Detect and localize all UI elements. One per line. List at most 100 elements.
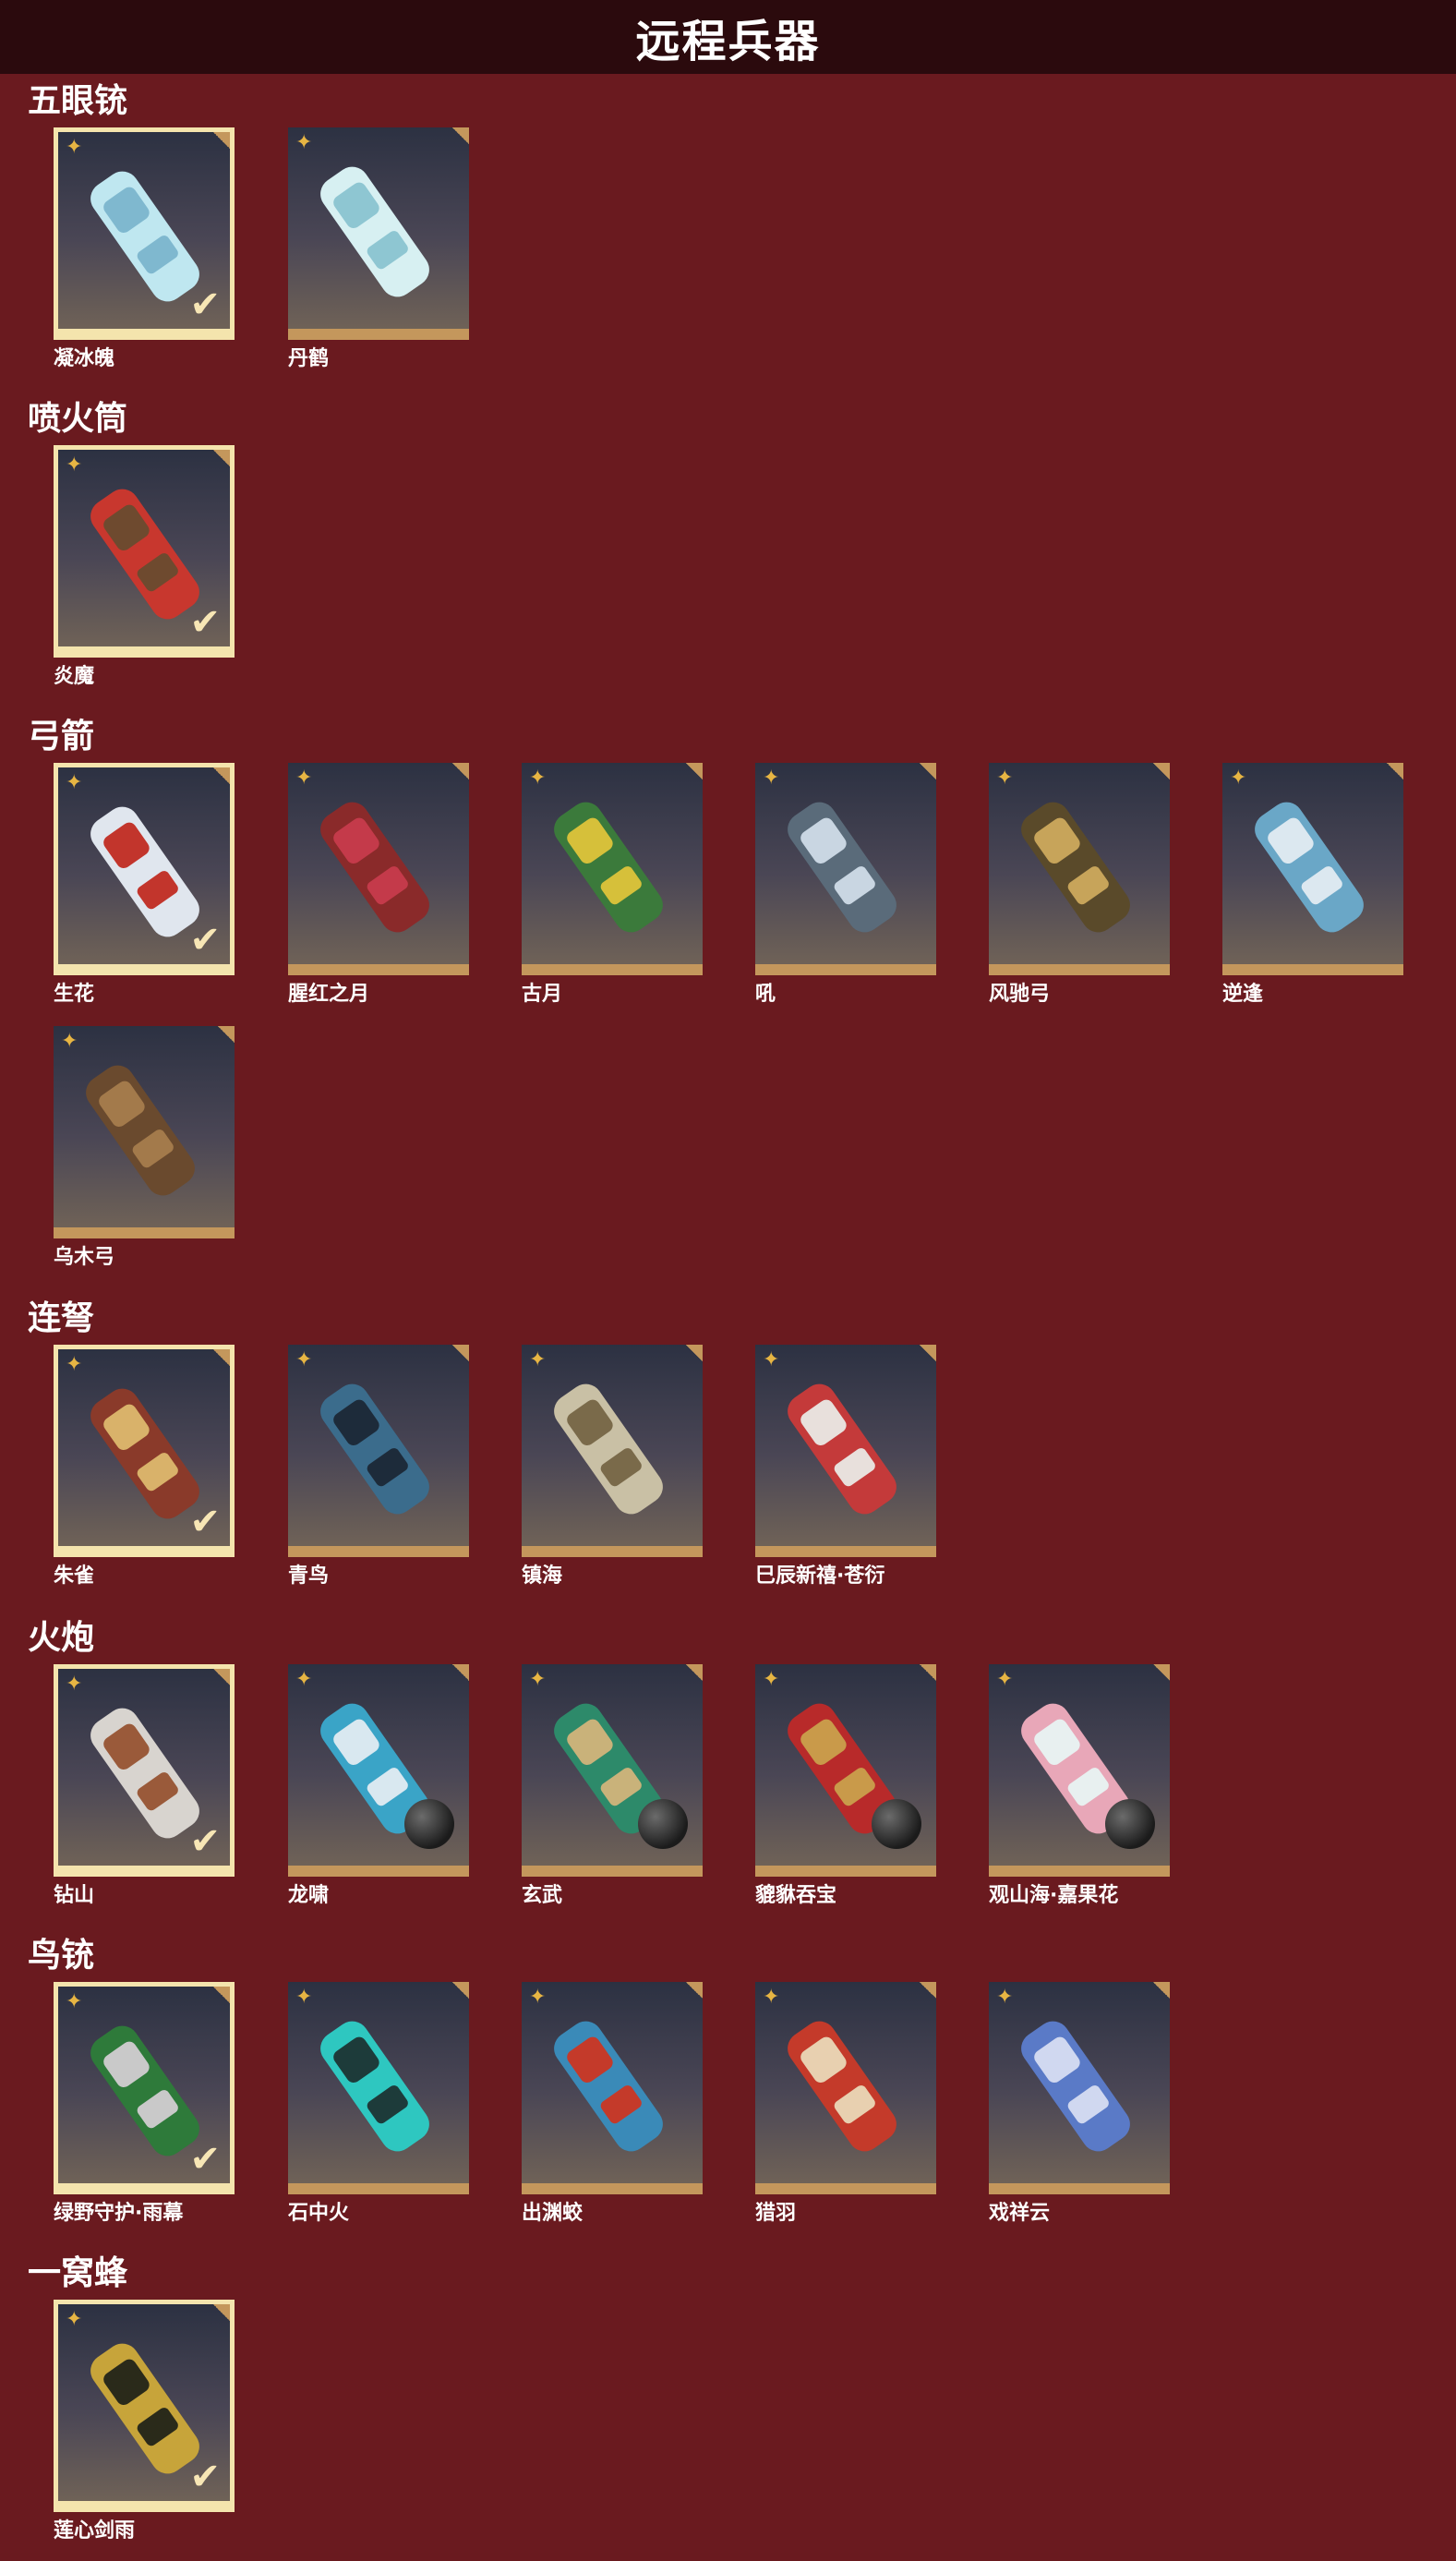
weapon-thumbnail[interactable]: ✦: [288, 127, 469, 340]
four-point-star-icon: ✦: [66, 771, 83, 794]
weapon-card[interactable]: ✦ 丹鹤: [288, 127, 469, 370]
cannonball-icon: [872, 1799, 921, 1849]
weapon-card[interactable]: ✦ 青鸟: [288, 1345, 469, 1588]
weapon-thumbnail[interactable]: ✦: [522, 763, 703, 975]
weapon-card[interactable]: ✦ ✔ 炎魔: [54, 445, 235, 688]
corner-fold-icon: [213, 2304, 230, 2321]
corner-fold-icon: [213, 132, 230, 149]
corner-fold-icon: [213, 767, 230, 784]
weapon-card[interactable]: ✦ 逆逢: [1222, 763, 1403, 1006]
weapon-thumbnail[interactable]: ✦: [755, 1664, 936, 1877]
weapon-thumbnail[interactable]: ✦: [522, 1664, 703, 1877]
corner-fold-icon: [1153, 1664, 1170, 1681]
four-point-star-icon: ✦: [763, 1668, 780, 1691]
weapon-card[interactable]: ✦ 腥红之月: [288, 763, 469, 1006]
four-point-star-icon: ✦: [996, 1986, 1014, 2009]
four-point-star-icon: ✦: [66, 2308, 83, 2331]
weapon-thumbnail[interactable]: ✦: [522, 1345, 703, 1557]
weapon-thumbnail[interactable]: ✦: [755, 763, 936, 975]
corner-fold-icon: [1153, 763, 1170, 779]
weapon-card[interactable]: ✦ ✔ 朱雀: [54, 1345, 235, 1588]
weapon-thumbnail[interactable]: ✦: [989, 1982, 1170, 2194]
weapon-image: [86, 1065, 195, 1196]
corner-fold-icon: [1387, 763, 1403, 779]
weapon-card[interactable]: ✦ 风驰弓: [989, 763, 1170, 1006]
weapon-card[interactable]: ✦ 玄武: [522, 1664, 703, 1907]
weapon-card[interactable]: ✦ 镇海: [522, 1345, 703, 1588]
weapon-card[interactable]: ✦ 乌木弓: [54, 1026, 235, 1269]
weapon-thumbnail[interactable]: ✦: [54, 1026, 235, 1238]
weapon-thumbnail[interactable]: ✦ ✔: [54, 1664, 235, 1877]
check-icon: ✔: [189, 284, 221, 326]
page-title: 远程兵器: [635, 16, 821, 67]
weapon-name: 绿野守护·雨幕: [54, 2202, 184, 2225]
weapon-name: 镇海: [522, 1564, 563, 1588]
weapon-image: [1021, 2021, 1130, 2152]
weapon-card[interactable]: ✦ 古月: [522, 763, 703, 1006]
weapon-card[interactable]: ✦ ✔ 钻山: [54, 1664, 235, 1907]
weapon-name: 腥红之月: [288, 983, 370, 1006]
weapon-thumbnail[interactable]: ✦: [288, 1664, 469, 1877]
weapon-image: [320, 2021, 429, 2152]
corner-fold-icon: [920, 1664, 936, 1681]
corner-fold-icon: [686, 1982, 703, 1999]
four-point-star-icon: ✦: [66, 1673, 83, 1696]
page-header: 远程兵器: [0, 0, 1456, 74]
weapon-name: 石中火: [288, 2202, 350, 2225]
weapon-thumbnail[interactable]: ✦: [1222, 763, 1403, 975]
weapon-card[interactable]: ✦ ✔ 绿野守护·雨幕: [54, 1982, 235, 2225]
weapon-card[interactable]: ✦ 猎羽: [755, 1982, 936, 2225]
weapon-name: 古月: [522, 983, 563, 1006]
weapon-image: [320, 802, 429, 933]
four-point-star-icon: ✦: [529, 1986, 547, 2009]
four-point-star-icon: ✦: [66, 136, 83, 159]
corner-fold-icon: [920, 1345, 936, 1361]
corner-fold-icon: [686, 1664, 703, 1681]
four-point-star-icon: ✦: [996, 767, 1014, 790]
weapon-thumbnail[interactable]: ✦: [522, 1982, 703, 2194]
weapon-card[interactable]: ✦ 戏祥云: [989, 1982, 1170, 2225]
weapon-card[interactable]: ✦ 巳辰新禧·苍衍: [755, 1345, 936, 1588]
four-point-star-icon: ✦: [529, 1668, 547, 1691]
check-icon: ✔: [189, 919, 221, 961]
weapon-name: 巳辰新禧·苍衍: [755, 1564, 885, 1588]
weapon-thumbnail[interactable]: ✦ ✔: [54, 763, 235, 975]
weapon-card[interactable]: ✦ 出渊蛟: [522, 1982, 703, 2225]
weapon-name: 生花: [54, 983, 95, 1006]
weapon-card[interactable]: ✦ 观山海·嘉果花: [989, 1664, 1170, 1907]
check-icon: ✔: [189, 2138, 221, 2180]
four-point-star-icon: ✦: [295, 1348, 313, 1371]
weapon-name: 猎羽: [755, 2202, 797, 2225]
weapon-thumbnail[interactable]: ✦: [288, 1982, 469, 2194]
weapon-name: 龙啸: [288, 1884, 330, 1907]
weapon-card[interactable]: ✦ 貔貅吞宝: [755, 1664, 936, 1907]
weapon-card[interactable]: ✦ 龙啸: [288, 1664, 469, 1907]
four-point-star-icon: ✦: [295, 767, 313, 790]
weapon-thumbnail[interactable]: ✦: [989, 763, 1170, 975]
weapon-name: 吼: [755, 983, 776, 1006]
weapon-image: [788, 802, 896, 933]
four-point-star-icon: ✦: [66, 453, 83, 477]
weapon-thumbnail[interactable]: ✦ ✔: [54, 127, 235, 340]
weapon-card[interactable]: ✦ 石中火: [288, 1982, 469, 2225]
weapon-thumbnail[interactable]: ✦ ✔: [54, 445, 235, 658]
weapon-thumbnail[interactable]: ✦ ✔: [54, 1982, 235, 2194]
corner-fold-icon: [452, 1664, 469, 1681]
weapon-name: 戏祥云: [989, 2202, 1051, 2225]
weapon-name: 貔貅吞宝: [755, 1884, 837, 1907]
weapon-thumbnail[interactable]: ✦: [288, 1345, 469, 1557]
weapon-thumbnail[interactable]: ✦: [755, 1982, 936, 2194]
weapon-thumbnail[interactable]: ✦ ✔: [54, 1345, 235, 1557]
weapon-card[interactable]: ✦ ✔ 凝冰魄: [54, 127, 235, 370]
weapon-thumbnail[interactable]: ✦ ✔: [54, 2300, 235, 2512]
weapon-card[interactable]: ✦ 吼: [755, 763, 936, 1006]
corner-fold-icon: [452, 1982, 469, 1999]
weapon-card[interactable]: ✦ ✔ 生花: [54, 763, 235, 1006]
weapon-image: [1021, 802, 1130, 933]
weapon-thumbnail[interactable]: ✦: [989, 1664, 1170, 1877]
weapon-card[interactable]: ✦ ✔ 莲心剑雨: [54, 2300, 235, 2543]
weapon-thumbnail[interactable]: ✦: [288, 763, 469, 975]
weapon-thumbnail[interactable]: ✦: [755, 1345, 936, 1557]
check-icon: ✔: [189, 1501, 221, 1543]
weapon-name: 风驰弓: [989, 983, 1051, 1006]
